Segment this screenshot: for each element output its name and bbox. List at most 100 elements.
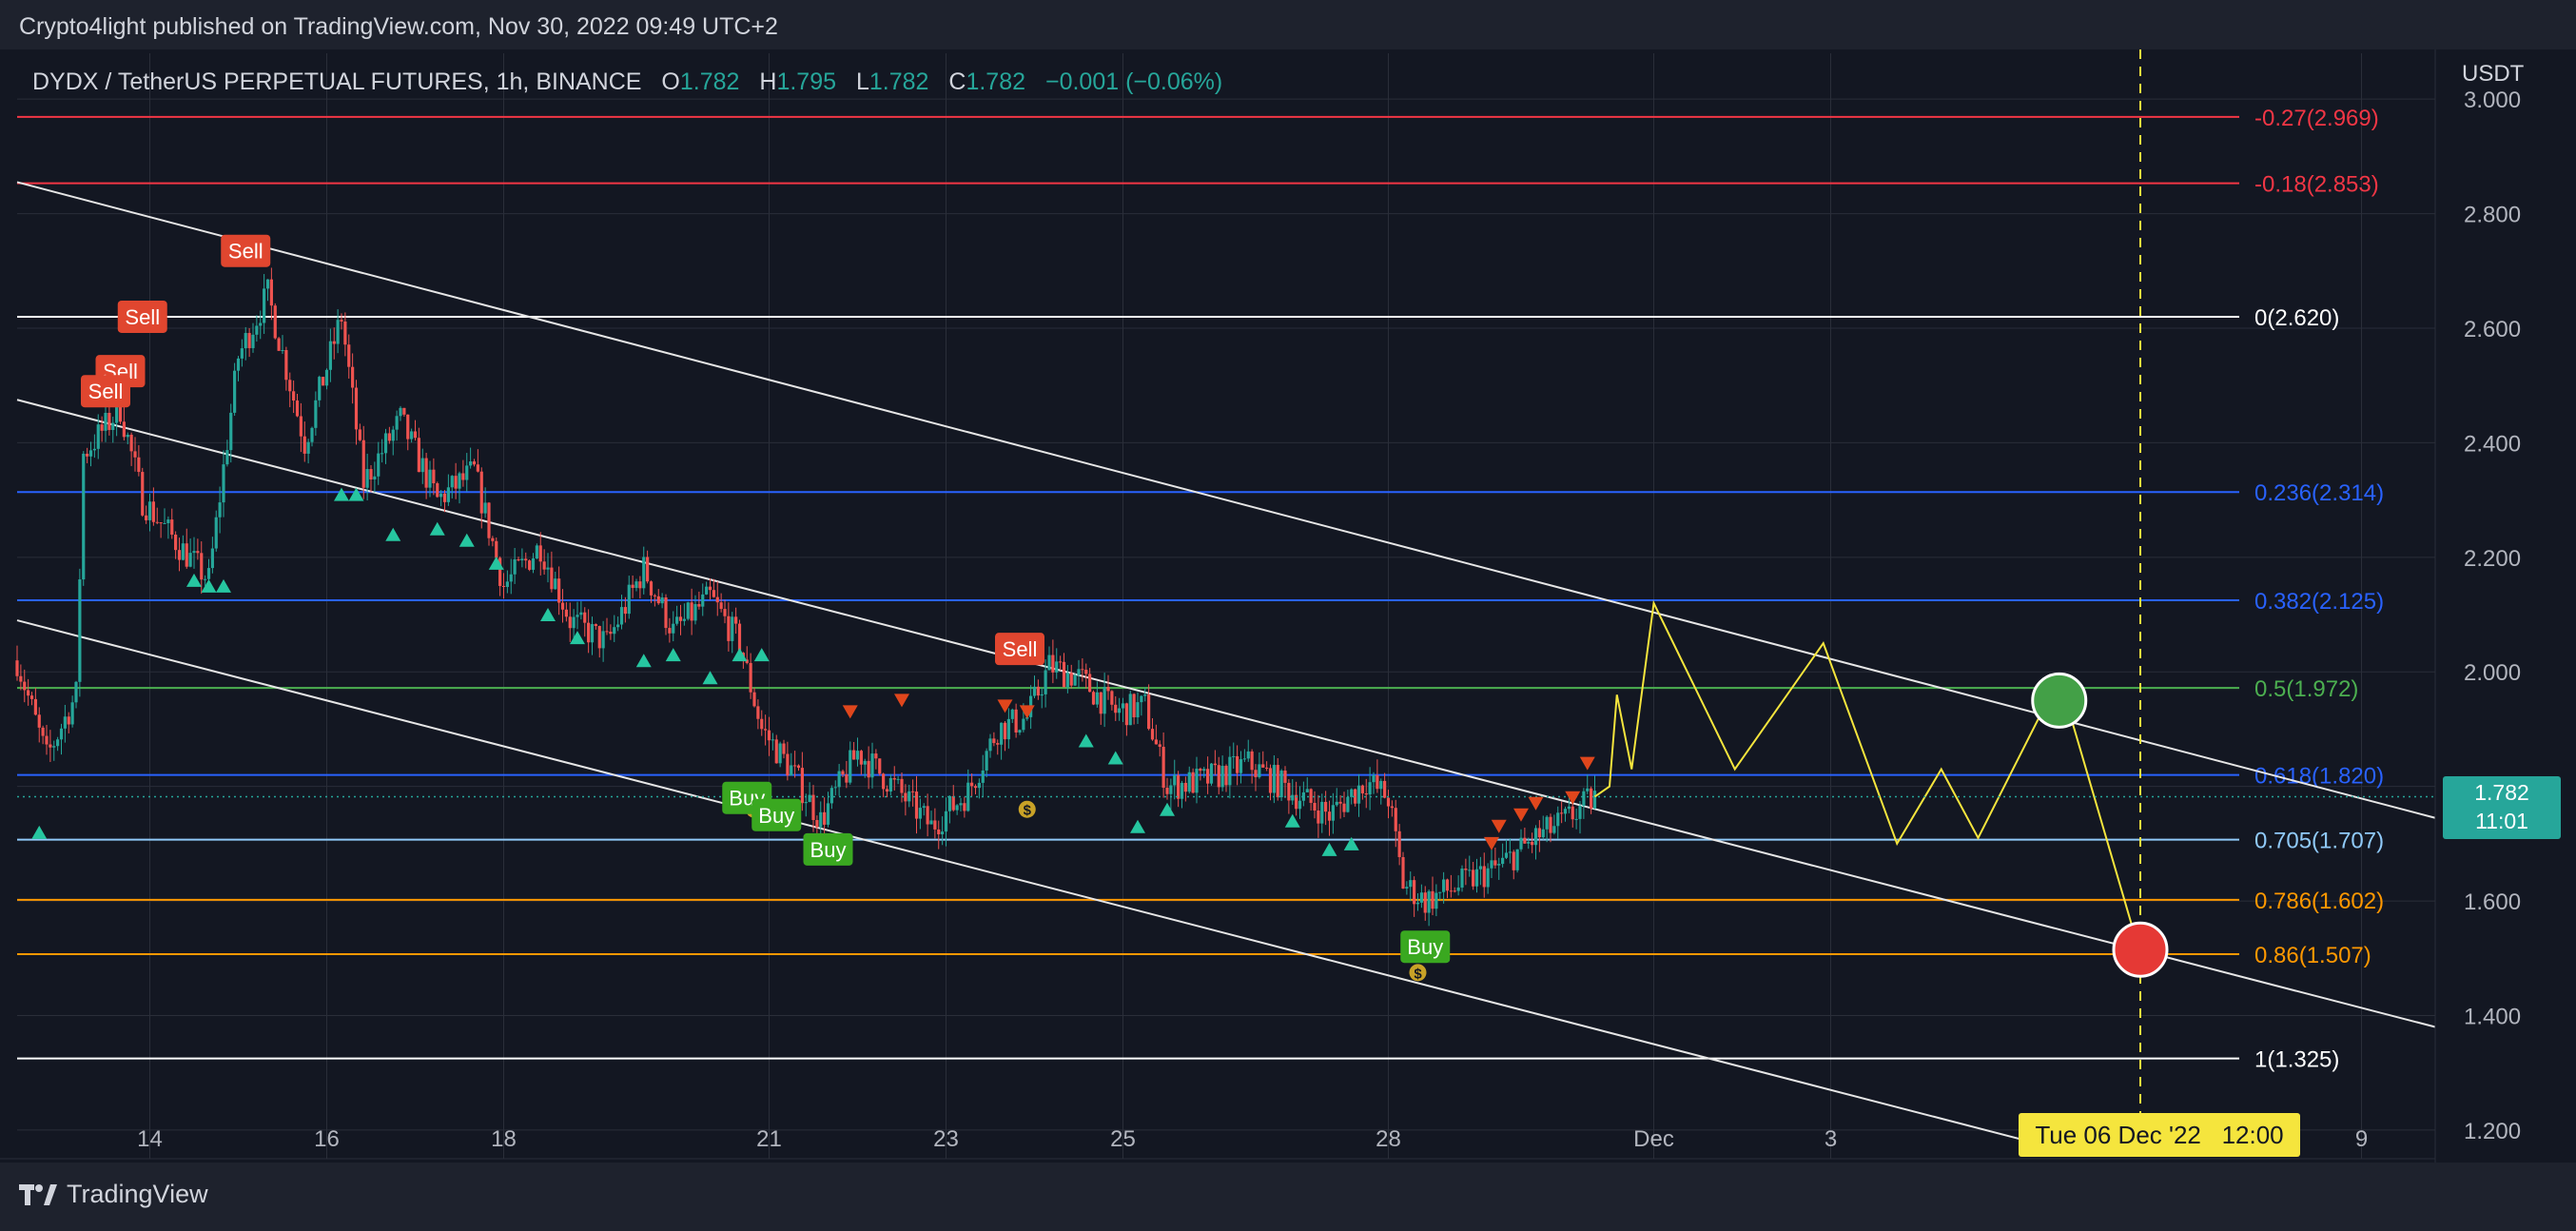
target-circle xyxy=(2112,921,2169,978)
candle-body xyxy=(538,545,542,562)
candle-body xyxy=(572,616,576,629)
candle-body xyxy=(911,791,915,792)
candle-body xyxy=(815,819,819,828)
candle-body xyxy=(1065,673,1069,688)
candle-body xyxy=(1018,730,1022,733)
grid-lines xyxy=(17,53,2435,1159)
buy-signal-arrow xyxy=(570,631,585,645)
fib-level-label: 1(1.325) xyxy=(2254,1047,2339,1073)
candle-body xyxy=(627,584,631,615)
candle-body xyxy=(1183,782,1187,792)
candle-body xyxy=(1324,801,1328,812)
open-label: O xyxy=(661,68,680,95)
candle-body xyxy=(1128,694,1132,726)
fib-level-label: 0.705(1.707) xyxy=(2254,829,2384,854)
candle-body xyxy=(188,553,192,567)
candle-body xyxy=(1110,691,1114,705)
candle-body xyxy=(1438,891,1442,893)
chart-page: { "header": { "published": "Crypto4light… xyxy=(0,0,2576,1231)
candle-body xyxy=(381,453,384,455)
candle-body xyxy=(517,558,520,561)
candle-body xyxy=(27,690,30,696)
candle-body xyxy=(701,594,705,607)
tradingview-brand[interactable]: TradingView xyxy=(19,1180,208,1209)
time-tick-label: 9 xyxy=(2355,1126,2368,1152)
candle-body xyxy=(1081,669,1084,671)
sell-signal-arrow xyxy=(1528,796,1544,811)
candle-body xyxy=(1154,739,1158,745)
candle-body xyxy=(642,557,646,589)
candle-body xyxy=(166,519,170,523)
price-chart[interactable]: -0.27(2.969) -0.18(2.853) 0(2.620) 0.236(2.… xyxy=(0,0,2576,1231)
candle-body xyxy=(1586,788,1590,791)
candle-body xyxy=(1103,687,1106,714)
candle-body xyxy=(1582,791,1586,807)
candle-body xyxy=(306,441,310,454)
fib-level-label: 0.382(2.125) xyxy=(2254,589,2384,615)
candle-body xyxy=(1501,857,1505,865)
fib-level-label: 0.236(2.314) xyxy=(2254,480,2384,506)
candle-body xyxy=(436,482,439,498)
candle-body xyxy=(1372,774,1376,783)
candle-body xyxy=(771,739,774,741)
candle-body xyxy=(399,407,402,417)
candle-body xyxy=(373,476,377,480)
candle-body xyxy=(800,768,804,804)
candle-body xyxy=(145,515,148,520)
buy-signal-arrow xyxy=(334,487,349,501)
candle-body xyxy=(760,718,764,730)
candle-body xyxy=(391,429,395,441)
crosshair-date-label: Tue 06 Dec '22 12:00 xyxy=(2019,1113,2300,1157)
currency-unit[interactable]: USDT xyxy=(2462,61,2524,88)
high-value: 1.795 xyxy=(776,68,837,95)
candle-body xyxy=(793,765,797,767)
candle-body xyxy=(1121,703,1125,709)
candle-body xyxy=(874,753,878,759)
price-tick-label: 1.600 xyxy=(2464,889,2521,915)
candle-body xyxy=(686,602,690,619)
sell-label-text: Sell xyxy=(1003,637,1038,661)
candle-body xyxy=(387,433,391,441)
time-tick-label: 25 xyxy=(1110,1126,1136,1152)
candle-body xyxy=(1305,789,1309,792)
buy-signal-arrow xyxy=(429,521,445,536)
candle-body xyxy=(1239,759,1243,773)
candle-body xyxy=(774,739,778,764)
time-tick-label: 3 xyxy=(1825,1126,1837,1152)
buy-label-text: Buy xyxy=(758,804,794,828)
candle-body xyxy=(985,751,988,771)
candle-body xyxy=(885,789,889,792)
candle-body xyxy=(712,590,715,597)
candle-body xyxy=(196,551,200,554)
candle-body xyxy=(141,472,145,516)
candle-body xyxy=(302,436,306,454)
candle-body xyxy=(697,604,701,607)
candle-body xyxy=(1177,774,1181,799)
time-tick-label: 23 xyxy=(933,1126,959,1152)
bar-countdown: 11:01 xyxy=(2475,809,2528,833)
candle-body xyxy=(351,366,355,388)
footer-bar xyxy=(0,1163,2576,1231)
candle-body xyxy=(1246,751,1250,759)
candle-body xyxy=(1409,880,1413,888)
candle-body xyxy=(225,450,229,465)
candle-body xyxy=(542,561,546,570)
candle-body xyxy=(1232,755,1236,757)
candle-body xyxy=(1268,768,1273,793)
coin-glyph: $ xyxy=(1414,966,1422,982)
buy-signal-arrow xyxy=(459,533,475,547)
price-tick-label: 2.000 xyxy=(2464,660,2521,686)
candle-body xyxy=(1213,763,1217,766)
candle-body xyxy=(251,334,255,348)
candle-body xyxy=(406,414,410,440)
candle-body xyxy=(1258,764,1261,777)
candle-body xyxy=(1346,796,1350,812)
projection-line xyxy=(1593,599,2141,955)
candle-body xyxy=(668,628,672,634)
buy-signal-arrow xyxy=(702,671,718,685)
candle-body xyxy=(236,358,241,371)
candle-body xyxy=(1209,763,1214,784)
symbol-name[interactable]: DYDX / TetherUS PERPETUAL FUTURES, 1h, B… xyxy=(32,68,641,95)
sell-label-text: Sell xyxy=(125,305,160,329)
candle-body xyxy=(955,805,959,811)
